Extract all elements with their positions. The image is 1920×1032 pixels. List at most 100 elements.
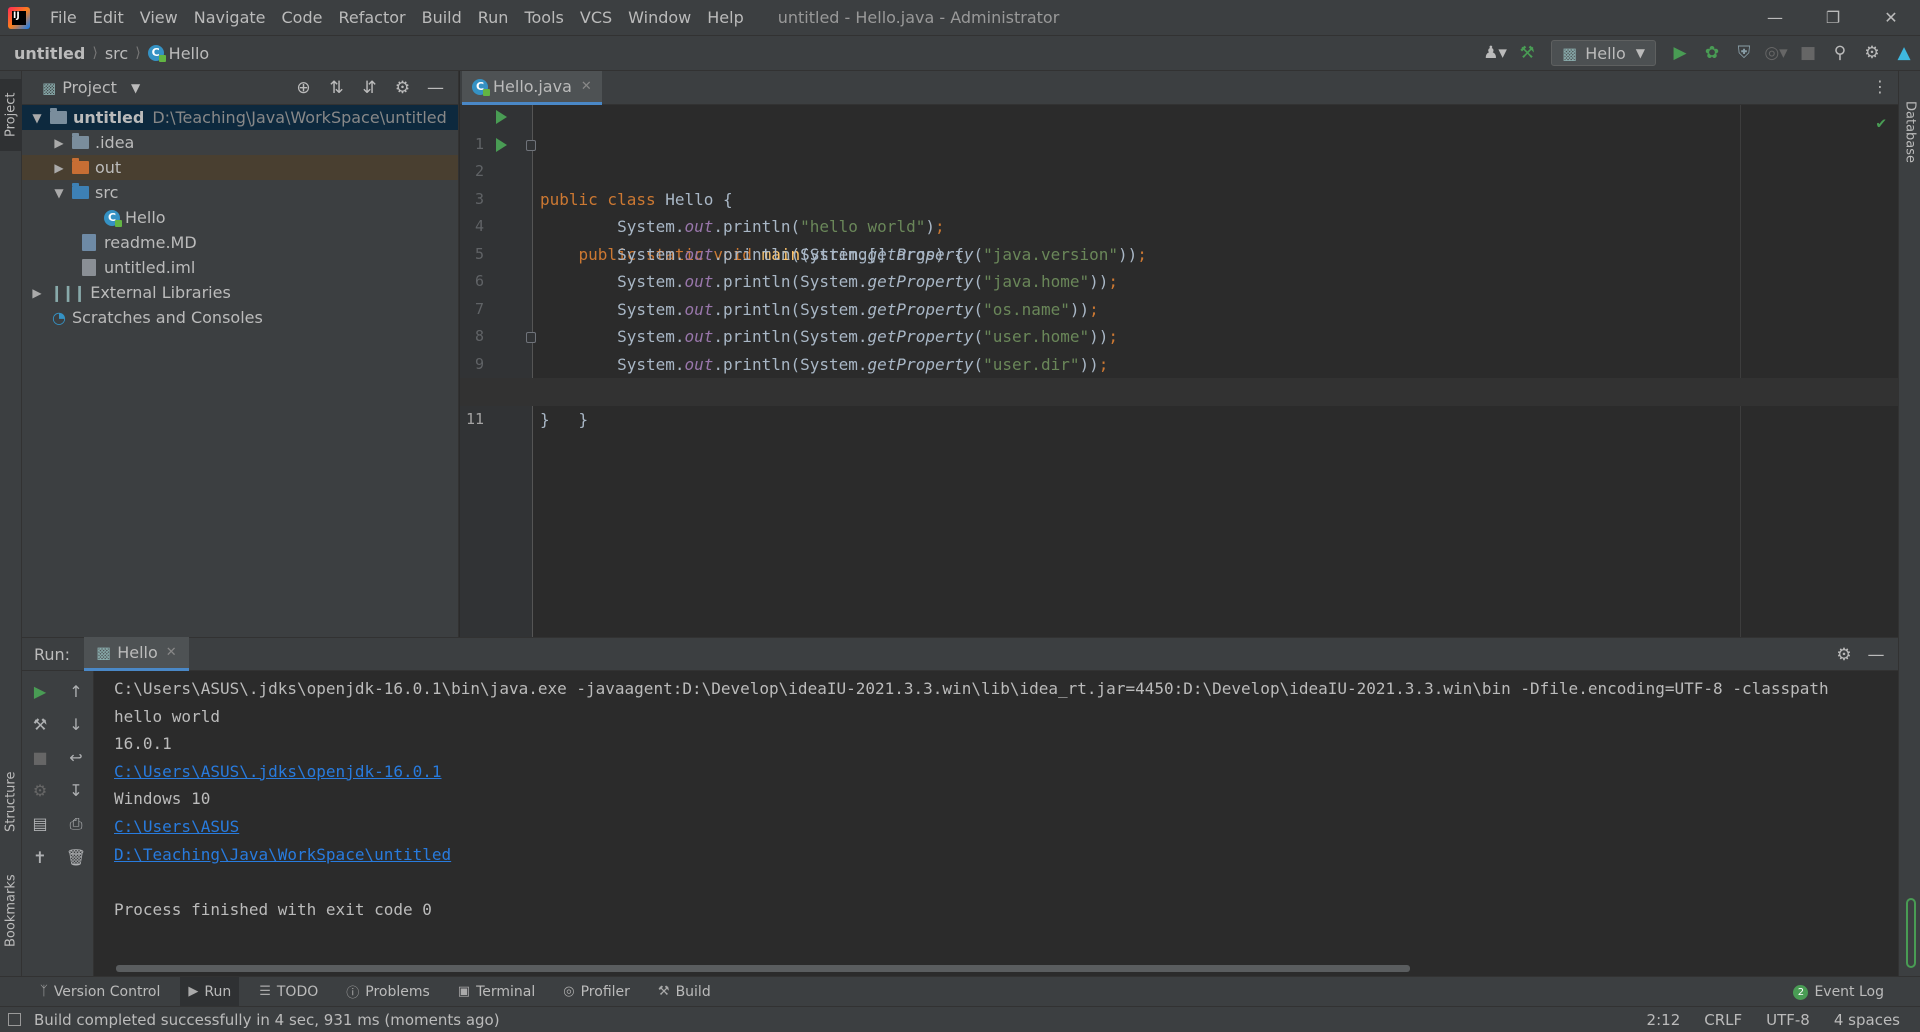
console-link[interactable]: D:\Teaching\Java\WorkSpace\untitled [114,845,451,864]
trash-icon[interactable]: 🗑 [58,846,94,870]
status-message[interactable]: Build completed successfully in 4 sec, 9… [34,1011,500,1029]
wrench-icon[interactable]: ⚒ [22,713,58,737]
expand-all-icon[interactable]: ⇅ [320,78,353,98]
print-icon[interactable]: ⎙ [58,812,94,836]
minimize-icon[interactable]: — [1746,0,1804,35]
locate-icon[interactable]: ⊕ [287,78,320,98]
restore-icon[interactable]: ❐ [1804,0,1862,35]
gear-icon[interactable]: ⚙ [386,78,419,98]
tree-item-src[interactable]: ▼ src [22,180,458,205]
run-gutter-icon[interactable] [496,110,507,124]
close-icon[interactable]: ✕ [1862,0,1920,35]
tab-bookmarks[interactable]: Bookmarks [0,861,22,961]
run-gutter-icon[interactable] [496,137,507,152]
chevron-right-icon[interactable]: ▶ [30,286,44,300]
chevron-down-icon[interactable]: ▼ [52,186,66,200]
run-configuration-select[interactable]: ▩ Hello ▼ [1551,40,1656,66]
fold-icon[interactable] [526,332,536,343]
gear-icon[interactable]: ⚙ [1828,645,1860,665]
soft-wrap-icon[interactable]: ↩ [58,746,94,770]
tool-tab-todo[interactable]: ☰ TODO [251,977,326,1007]
code-line: 4 System.out.println(System.getProperty(… [460,186,1898,264]
menu-tools[interactable]: Tools [516,8,571,27]
tree-item-scratches[interactable]: ◔ Scratches and Consoles [22,305,458,330]
run-tab-hello[interactable]: ▩ Hello ✕ [84,637,189,671]
tab-project[interactable]: Project [0,79,22,151]
close-icon[interactable]: ✕ [581,79,592,94]
tool-tab-run[interactable]: ▶ Run [180,976,240,1007]
chevron-right-icon[interactable]: ▶ [52,136,66,150]
console-link[interactable]: C:\Users\ASUS\.jdks\openjdk-16.0.1 [114,762,442,781]
menu-window[interactable]: Window [620,8,699,27]
config-icon: ▩ [96,643,112,662]
tool-tab-terminal[interactable]: ▣ Terminal [450,977,543,1007]
user-icon[interactable]: ♟▾ [1482,40,1508,66]
caret-position[interactable]: 2:12 [1647,1011,1681,1029]
menu-edit[interactable]: Edit [85,8,132,27]
breadcrumb-src[interactable]: src [105,44,128,63]
menu-file[interactable]: File [42,8,85,27]
plugin-icon[interactable]: ▲ [1891,40,1917,66]
menu-build[interactable]: Build [414,8,470,27]
layout-icon[interactable]: ▤ [22,812,58,836]
menu-vcs[interactable]: VCS [572,8,620,27]
tree-item-hello[interactable]: C Hello [22,205,458,230]
tree-item-external-libraries[interactable]: ▶ ❙❙❙ External Libraries [22,280,458,305]
fold-icon[interactable] [526,139,536,151]
tab-hello-java[interactable]: C Hello.java ✕ [462,71,602,105]
breadcrumb-project[interactable]: untitled [14,44,85,63]
coverage-icon[interactable]: ⛨ [1731,40,1757,66]
gear-icon[interactable]: ⚙ [1859,40,1885,66]
project-panel-title[interactable]: Project [62,78,117,97]
chevron-down-icon[interactable]: ▼ [131,81,140,95]
stop-icon[interactable]: ■ [1795,40,1821,66]
horizontal-scrollbar[interactable] [116,965,1410,972]
more-options-icon[interactable]: ⋮ [1872,77,1888,96]
debug-bug-icon[interactable]: ✿ [1699,40,1725,66]
hide-icon[interactable]: — [419,78,452,98]
pin-icon[interactable]: ✝ [22,846,58,870]
file-encoding[interactable]: UTF-8 [1766,1011,1810,1029]
stop-icon[interactable]: ■ [22,746,58,770]
search-icon[interactable]: ⚲ [1827,40,1853,66]
collapse-all-icon[interactable]: ⇵ [353,78,386,98]
tab-database[interactable]: Database [1899,83,1920,181]
tree-item-iml[interactable]: untitled.iml [22,255,458,280]
arrow-up-icon[interactable]: ↑ [58,680,94,704]
console-link[interactable]: C:\Users\ASUS [114,817,239,836]
java-class-icon: C [104,209,122,227]
tree-item-readme[interactable]: readme.MD [22,230,458,255]
close-icon[interactable]: ✕ [166,645,177,660]
tab-structure[interactable]: Structure [0,757,22,847]
hide-icon[interactable]: — [1860,645,1892,665]
debug-icon[interactable]: ⚙ [22,779,58,803]
console-output[interactable]: C:\Users\ASUS\.jdks\openjdk-16.0.1\bin\j… [114,675,1894,923]
menu-view[interactable]: View [132,8,186,27]
menu-code[interactable]: Code [274,8,331,27]
chevron-right-icon[interactable]: ▶ [52,161,66,175]
menu-refactor[interactable]: Refactor [330,8,413,27]
tool-tab-version-control[interactable]: ᛉ Version Control [32,977,168,1007]
menu-help[interactable]: Help [699,8,751,27]
toggle-tool-windows-icon[interactable] [8,1013,21,1026]
build-hammer-icon[interactable]: ⚒ [1514,40,1540,66]
scroll-to-end-icon[interactable]: ↧ [58,779,94,803]
tree-item-idea[interactable]: ▶ .idea [22,130,458,155]
rerun-icon[interactable]: ▶ [22,680,58,704]
tree-item-untitled[interactable]: ▼ untitled D:\Teaching\Java\WorkSpace\un… [22,105,458,130]
tool-tab-build[interactable]: ⚒ Build [650,977,719,1007]
profile-icon[interactable]: ◎▾ [1763,40,1789,66]
line-separator[interactable]: CRLF [1704,1011,1742,1029]
tool-tab-profiler[interactable]: ◎ Profiler [555,977,638,1007]
run-icon[interactable]: ▶ [1667,40,1693,66]
menu-navigate[interactable]: Navigate [186,8,274,27]
tree-item-out[interactable]: ▶ out [22,155,458,180]
code-editor[interactable]: ✔ 1 public class Hello { 2 public static… [460,105,1898,637]
arrow-down-icon[interactable]: ↓ [58,713,94,737]
tool-tab-problems[interactable]: ⓘ Problems [338,977,438,1007]
chevron-down-icon[interactable]: ▼ [30,111,44,125]
indent-setting[interactable]: 4 spaces [1834,1011,1900,1029]
breadcrumb-hello[interactable]: Hello [169,44,210,63]
menu-run[interactable]: Run [470,8,517,27]
event-log-button[interactable]: 2 Event Log [1793,977,1884,1007]
